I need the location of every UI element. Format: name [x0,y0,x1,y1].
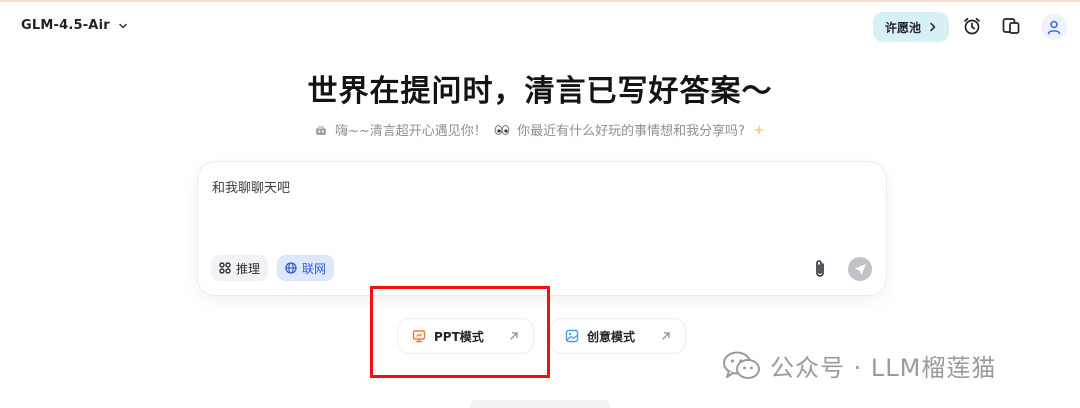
wechat-icon [723,351,760,379]
paperclip-icon[interactable] [810,258,830,280]
image-icon [565,329,579,343]
creative-mode-card[interactable]: 创意模式 [550,318,686,354]
creative-mode-label: 创意模式 [587,329,636,344]
model-label: GLM-4.5-Air [21,18,110,33]
wish-pool-label: 许愿池 [884,20,921,35]
devices-icon[interactable] [1000,15,1022,37]
web-search-label: 联网 [302,261,327,276]
model-selector[interactable]: GLM-4.5-Air [21,18,128,33]
page-title: 世界在提问时，清言已写好答案～ [307,74,773,109]
bottom-edge-shape [470,400,610,408]
watermark-text: 公众号 · LLM榴莲猫 [770,354,997,382]
eyes-emoji-icon [494,124,510,140]
web-search-toggle[interactable]: 联网 [277,255,335,281]
sparkle-emoji-icon [752,123,766,141]
reasoning-icon [219,262,231,274]
globe-icon [285,262,297,274]
chevron-down-icon [119,23,127,28]
user-icon [1047,20,1061,35]
subtitle-part-1: 嗨~~清言超开心遇见你！ [335,124,487,139]
robot-emoji-icon [314,123,328,141]
chat-input-panel: 推理 联网 [197,161,887,296]
user-avatar-button[interactable] [1041,14,1067,40]
alarm-clock-icon[interactable] [961,15,983,37]
welcome-subtitle: 嗨~~清言超开心遇见你！ 你最近有什么好玩的事情想和我分享吗? [0,120,1080,141]
wish-pool-button[interactable]: 许愿池 [873,12,949,42]
send-button[interactable] [848,257,872,281]
send-icon [854,263,866,275]
chevron-right-icon [930,22,936,32]
reasoning-label: 推理 [236,261,261,276]
annotation-highlight-box [370,286,550,378]
watermark: 公众号 · LLM榴莲猫 [722,348,996,383]
reasoning-toggle[interactable]: 推理 [211,255,269,281]
top-accent-line [0,0,1080,2]
arrow-up-right-icon [662,332,670,340]
chat-input[interactable] [212,178,792,198]
subtitle-part-2: 你最近有什么好玩的事情想和我分享吗? [517,124,745,139]
